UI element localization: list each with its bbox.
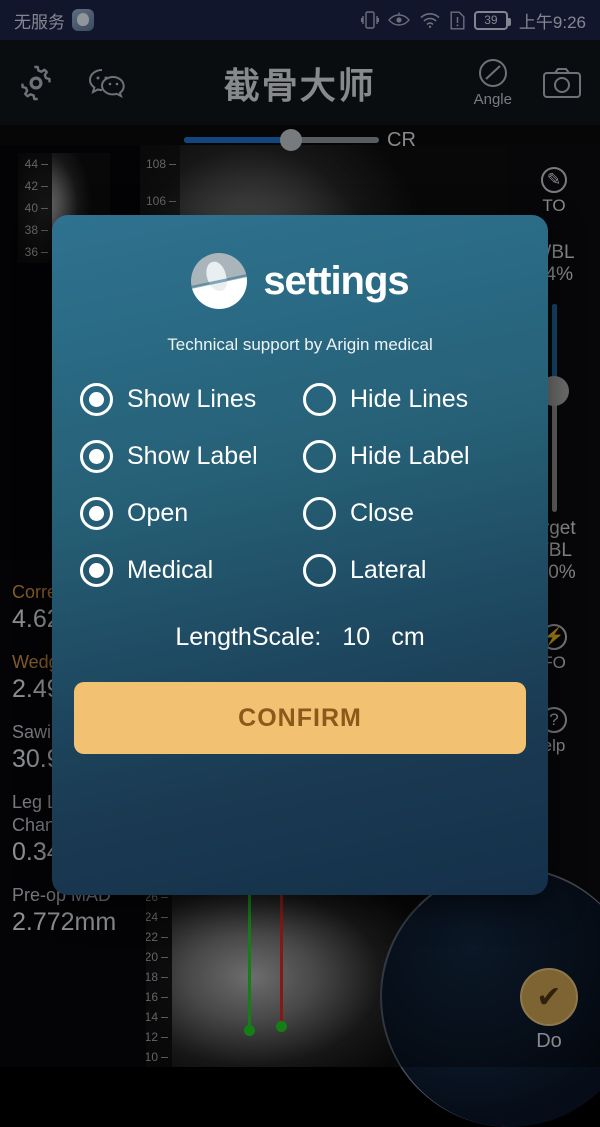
settings-options: Show Lines Hide Lines Show Label Hide La… (80, 383, 520, 587)
radio-option-show-lines[interactable]: Show Lines (80, 383, 297, 416)
radio-hide-label-indicator[interactable] (303, 440, 336, 473)
radio-medical-label: Medical (127, 556, 214, 584)
option-row-wedge: Open Close (80, 497, 520, 530)
confirm-button[interactable]: CONFIRM (74, 682, 526, 754)
dialog-header: settings (186, 247, 410, 315)
radio-show-lines-label: Show Lines (127, 385, 257, 413)
option-row-label: Show Label Hide Label (80, 440, 520, 473)
radio-option-open[interactable]: Open (80, 497, 297, 530)
settings-dialog: settings Technical support by Arigin med… (52, 215, 548, 895)
radio-close-label: Close (350, 499, 414, 527)
radio-lateral-label: Lateral (350, 556, 427, 584)
radio-option-medical[interactable]: Medical (80, 554, 297, 587)
radio-option-lateral[interactable]: Lateral (297, 554, 520, 587)
radio-lateral-indicator[interactable] (303, 554, 336, 587)
option-row-lines: Show Lines Hide Lines (80, 383, 520, 416)
radio-option-hide-lines[interactable]: Hide Lines (297, 383, 520, 416)
radio-show-label-indicator[interactable] (80, 440, 113, 473)
radio-open-label: Open (127, 499, 189, 527)
radio-show-label-label: Show Label (127, 442, 258, 470)
radio-show-lines-indicator[interactable] (80, 383, 113, 416)
dialog-title: settings (263, 258, 409, 303)
radio-option-show-label[interactable]: Show Label (80, 440, 297, 473)
dialog-subtitle: Technical support by Arigin medical (167, 335, 433, 354)
length-scale-input[interactable]: 10 (339, 623, 373, 652)
radio-close-indicator[interactable] (303, 497, 336, 530)
length-scale-unit: cm (391, 623, 425, 651)
length-scale-label: LengthScale: (175, 623, 322, 651)
radio-option-close[interactable]: Close (297, 497, 520, 530)
radio-open-indicator[interactable] (80, 497, 113, 530)
radio-medical-indicator[interactable] (80, 554, 113, 587)
app-logo-icon (186, 247, 253, 315)
radio-option-hide-label[interactable]: Hide Label (297, 440, 520, 473)
length-scale-row[interactable]: LengthScale: 10 cm (175, 623, 424, 652)
radio-hide-lines-indicator[interactable] (303, 383, 336, 416)
radio-hide-label-label: Hide Label (350, 442, 470, 470)
option-row-side: Medical Lateral (80, 554, 520, 587)
radio-hide-lines-label: Hide Lines (350, 385, 469, 413)
